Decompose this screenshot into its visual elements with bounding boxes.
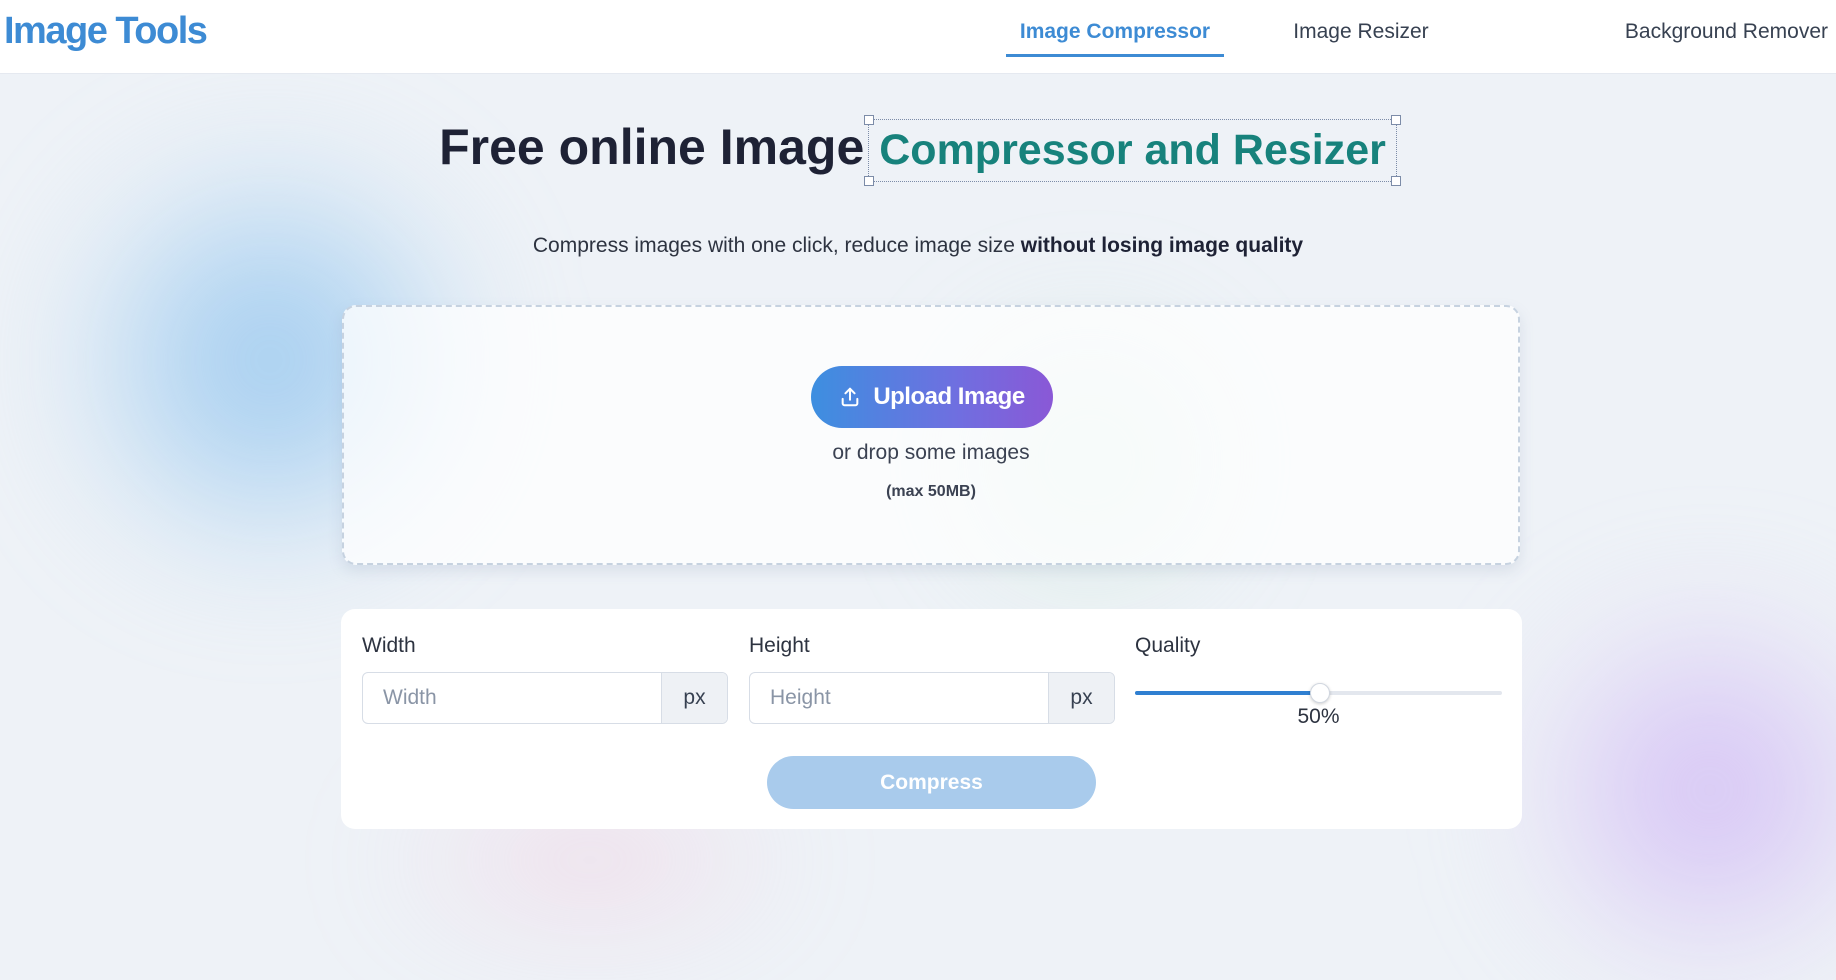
image-dropzone[interactable]: Upload Image or drop some images (max 50… xyxy=(342,305,1520,565)
page-title-plain: Free online Image xyxy=(439,119,865,175)
width-input-group: px xyxy=(362,672,728,724)
upload-image-button[interactable]: Upload Image xyxy=(811,366,1053,428)
quality-value: 50% xyxy=(1297,705,1340,728)
height-label: Height xyxy=(749,634,810,657)
subtitle-plain: Compress images with one click, reduce i… xyxy=(532,234,1021,257)
drop-hint-text: or drop some images xyxy=(832,441,1030,464)
resize-handle-top-right[interactable] xyxy=(1390,115,1401,125)
page-subtitle: Compress images with one click, reduce i… xyxy=(0,234,1836,258)
height-input-group: px xyxy=(749,672,1115,724)
page-title-accent: Compressor and Resizer xyxy=(879,126,1386,174)
site-header: Image Tools Image Compressor Image Resiz… xyxy=(0,0,1836,74)
quality-slider-thumb[interactable] xyxy=(1309,683,1330,703)
quality-label: Quality xyxy=(1135,634,1201,657)
compress-button[interactable]: Compress xyxy=(767,756,1096,809)
site-logo[interactable]: Image Tools xyxy=(4,10,208,53)
resize-handle-bottom-right[interactable] xyxy=(1390,176,1401,186)
background-blob-purple xyxy=(1520,600,1836,980)
page-title-accent-selection[interactable]: Compressor and Resizer xyxy=(864,115,1401,186)
quality-slider[interactable] xyxy=(1135,683,1502,703)
resize-handle-bottom-left[interactable] xyxy=(864,176,875,186)
width-unit-addon: px xyxy=(661,673,727,723)
options-panel: Width px Height px Quality 50% Compress xyxy=(341,609,1522,829)
upload-image-label: Upload Image xyxy=(873,383,1025,410)
nav-tab-background-remover[interactable]: Background Remover xyxy=(1612,0,1828,73)
width-input[interactable] xyxy=(363,673,661,723)
subtitle-bold: without losing image quality xyxy=(1020,234,1304,257)
upload-icon xyxy=(841,387,859,407)
page-title: Free online Image Compressor and Resizer xyxy=(0,115,1836,186)
max-size-text: (max 50MB) xyxy=(886,483,976,500)
height-unit-addon: px xyxy=(1048,673,1114,723)
height-input[interactable] xyxy=(750,673,1048,723)
width-label: Width xyxy=(362,634,416,657)
quality-slider-fill xyxy=(1135,691,1319,695)
nav-tab-image-resizer[interactable]: Image Resizer xyxy=(1271,0,1451,73)
resize-handle-top-left[interactable] xyxy=(864,115,875,125)
nav-tab-image-compressor[interactable]: Image Compressor xyxy=(1006,0,1224,57)
